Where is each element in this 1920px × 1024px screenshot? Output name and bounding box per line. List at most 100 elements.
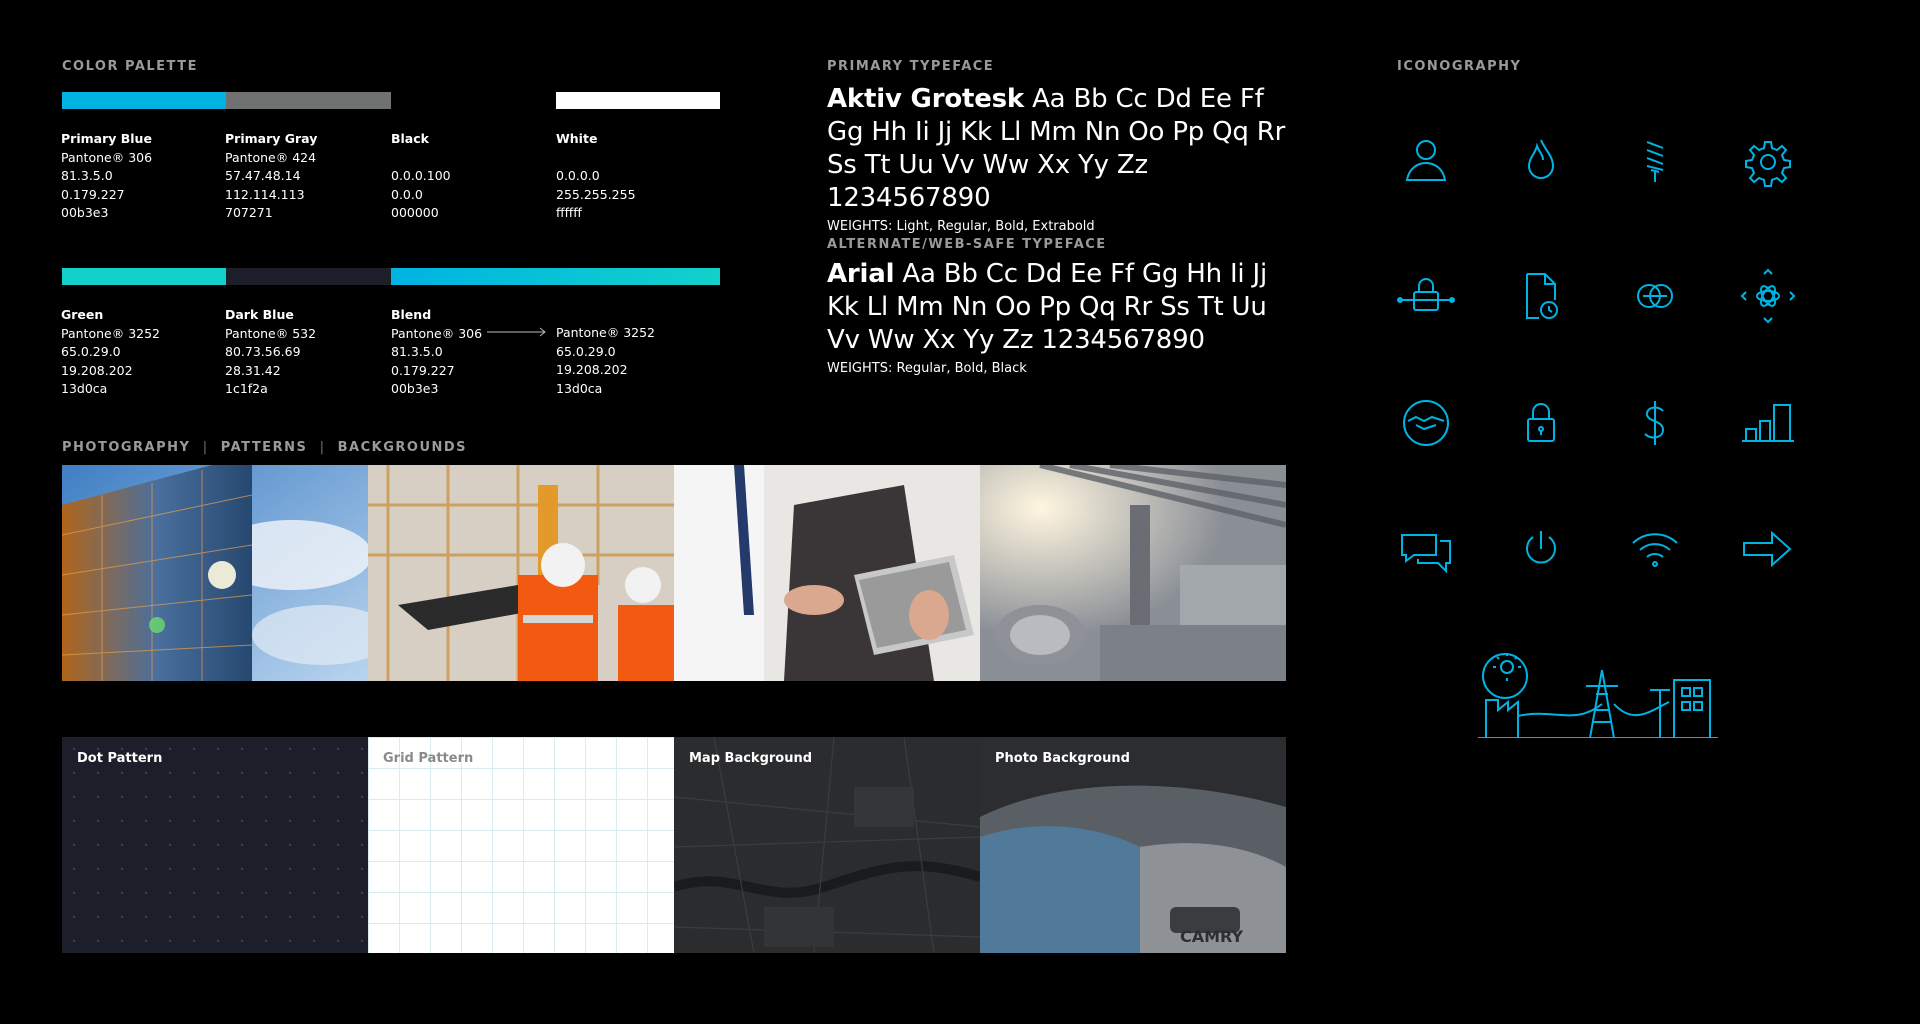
alt-font-name: Arial: [827, 259, 895, 289]
map-background-title: Map Background: [689, 751, 813, 766]
swatch-line: 65.0.29.0: [556, 343, 616, 359]
primary-gray-bar: [226, 92, 391, 109]
swatch-name: Blend: [391, 307, 432, 322]
swatch-blend: Blend Pantone® 306 81.3.5.0 0.179.227 00…: [391, 306, 482, 399]
grid-pattern-title: Grid Pattern: [383, 751, 474, 766]
dollar-icon: [1625, 393, 1685, 453]
primary-typeface-title: PRIMARY TYPEFACE: [827, 59, 995, 74]
swatch-line: Pantone® 306: [61, 149, 153, 165]
swatch-line: 0.0.0.0: [556, 168, 600, 183]
swatch-line: 0.179.227: [391, 362, 455, 378]
document-timer-icon: [1511, 266, 1571, 326]
swatch-green: Green Pantone® 3252 65.0.29.0 19.208.202…: [61, 306, 160, 399]
swatch-line: Pantone® 532: [225, 325, 317, 341]
swatch-black: Black 0.0.0.100 0.0.0 000000: [391, 130, 451, 223]
swatch-dark-blue: Dark Blue Pantone® 532 80.73.56.69 28.31…: [225, 306, 316, 399]
swatch-name: White: [556, 131, 598, 146]
svg-text:CAMRY: CAMRY: [1180, 927, 1243, 946]
swatch-line: 000000: [391, 205, 439, 220]
alternate-typeface-title: ALTERNATE/WEB-SAFE TYPEFACE: [827, 237, 1107, 252]
map-background: Map Background: [674, 737, 980, 953]
lock-icon: [1511, 393, 1571, 453]
photo-background-title: Photo Background: [995, 751, 1130, 766]
primary-weights: WEIGHTS: Light, Regular, Bold, Extrabold: [827, 219, 1095, 234]
iconography-title: ICONOGRAPHY: [1397, 59, 1522, 74]
atom-arrows-icon: [1738, 266, 1798, 326]
power-icon: [1511, 519, 1571, 579]
swatch-line: 1c1f2a: [225, 381, 268, 396]
swatch-line: 13d0ca: [61, 381, 108, 396]
swatch-line: 112.114.113: [225, 186, 305, 202]
swatch-name: Dark Blue: [225, 307, 294, 322]
swatch-name: Black: [391, 131, 429, 146]
backgrounds-label: BACKGROUNDS: [337, 440, 468, 455]
blend-bar: [391, 268, 720, 285]
primary-typeface-block: Aktiv Grotesk Aa Bb Cc Dd Ee Ff Gg Hh Ii…: [827, 83, 1297, 234]
swatch-line: 65.0.29.0: [61, 344, 121, 359]
swatch-line: 00b3e3: [61, 205, 109, 220]
dark-blue-bar: [226, 268, 391, 285]
patterns-label: PATTERNS: [220, 440, 308, 455]
swatch-line: 28.31.42: [225, 362, 281, 378]
swatch-primary-gray: Primary Gray Pantone® 424 57.47.48.14 11…: [225, 130, 317, 223]
user-icon: [1396, 132, 1456, 192]
separator: |: [319, 440, 326, 455]
chat-icon: [1396, 519, 1456, 579]
alt-specimen: Arial Aa Bb Cc Dd Ee Ff Gg Hh Ii Jj Kk L…: [827, 258, 1297, 357]
primary-specimen: Aktiv Grotesk Aa Bb Cc Dd Ee Ff Gg Hh Ii…: [827, 83, 1297, 215]
swatch-line: 707271: [225, 205, 273, 220]
swatch-line: [391, 149, 451, 168]
alternate-typeface-block: Arial Aa Bb Cc Dd Ee Ff Gg Hh Ii Jj Kk L…: [827, 258, 1297, 376]
photography-title: PHOTOGRAPHY | PATTERNS | BACKGROUNDS: [62, 440, 467, 455]
dot-pattern: Dot Pattern: [62, 737, 368, 953]
flame-icon: [1511, 132, 1571, 192]
swatch-name: Primary Gray: [225, 131, 318, 146]
handshake-icon: [1396, 393, 1456, 453]
alt-weights: WEIGHTS: Regular, Bold, Black: [827, 361, 1027, 376]
network-lock-icon: [1396, 266, 1456, 326]
gear-icon: [1738, 132, 1798, 192]
color-palette-title: COLOR PALETTE: [62, 59, 198, 74]
swatch-line: 0.0.0: [391, 186, 423, 202]
white-bar: [556, 92, 720, 109]
arrow-right-icon: [1738, 519, 1798, 579]
dot-pattern-title: Dot Pattern: [77, 751, 163, 766]
swatch-line: 00b3e3: [391, 381, 439, 396]
wifi-icon: [1625, 519, 1685, 579]
energy-infrastructure-illustration: [1478, 653, 1718, 738]
swatch-line: [556, 149, 636, 168]
swatch-line: 81.3.5.0: [391, 344, 443, 359]
coil-icon: [1625, 132, 1685, 192]
swatch-line: 80.73.56.69: [225, 344, 301, 359]
swatch-line: 255.255.255: [556, 186, 636, 202]
swatch-line: Pantone® 306: [391, 325, 483, 341]
swatch-name: Primary Blue: [61, 131, 152, 146]
swatch-line: 57.47.48.14: [225, 168, 301, 183]
swatch-line: 0.0.0.100: [391, 168, 451, 183]
blend-arrow-icon: [487, 327, 546, 337]
swatch-name: Green: [61, 307, 104, 322]
photography-label: PHOTOGRAPHY: [62, 440, 191, 455]
swatch-primary-blue: Primary Blue Pantone® 306 81.3.5.0 0.179…: [61, 130, 152, 223]
primary-blue-bar: [62, 92, 226, 109]
photo-industrial-interior: [980, 465, 1286, 681]
photo-background: CAMRY Photo Background: [980, 737, 1286, 953]
primary-font-name: Aktiv Grotesk: [827, 84, 1025, 114]
photo-tablet-business: [674, 465, 980, 681]
swatch-line: Pantone® 3252: [556, 325, 656, 340]
green-bar: [62, 268, 226, 285]
grid-pattern: Grid Pattern: [368, 737, 674, 953]
swatch-line: 19.208.202: [61, 362, 133, 378]
swatch-line: Pantone® 424: [225, 149, 317, 165]
swatch-line: Pantone® 3252: [61, 325, 161, 341]
overlapping-circles-icon: [1625, 266, 1685, 326]
swatch-white: White 0.0.0.0 255.255.255 ffffff: [556, 130, 636, 223]
swatch-line: 13d0ca: [556, 380, 603, 396]
swatch-line: 19.208.202: [556, 362, 628, 377]
swatch-line: ffffff: [556, 205, 582, 220]
bar-chart-icon: [1738, 393, 1798, 453]
photo-glass-building: [62, 465, 368, 681]
separator: |: [202, 440, 209, 455]
photo-construction-workers: [368, 465, 674, 681]
swatch-line: 81.3.5.0: [61, 168, 113, 183]
